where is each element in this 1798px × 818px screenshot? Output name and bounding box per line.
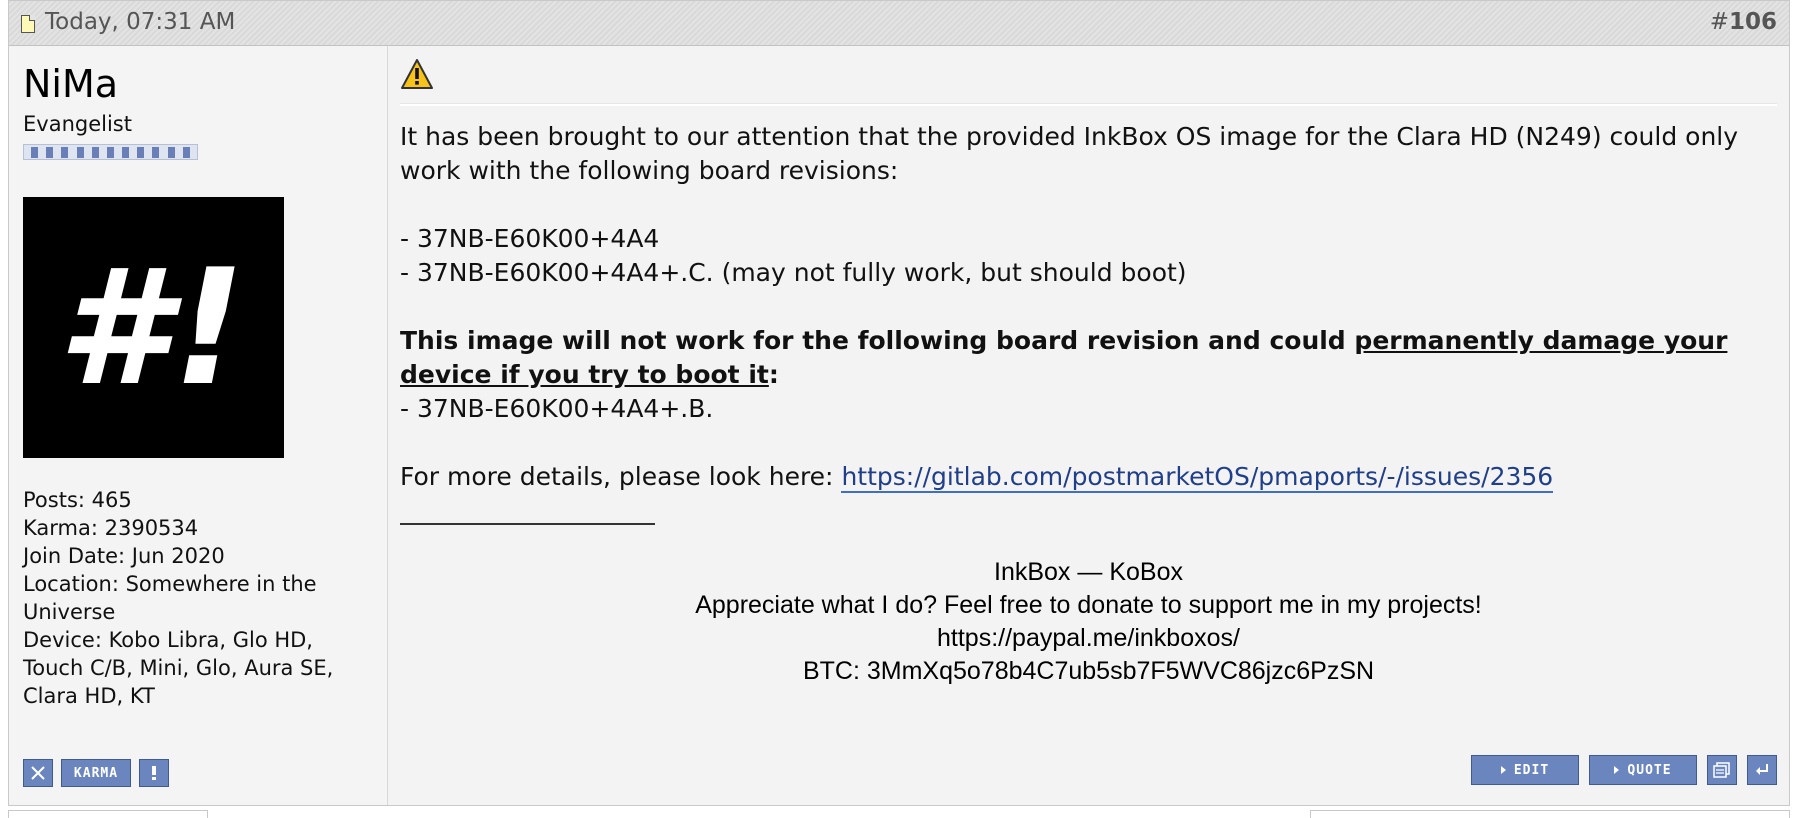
details-line: For more details, please look here: http…: [400, 460, 1770, 494]
user-buttons: KARMA: [23, 759, 169, 787]
post-header: Today, 07:31 AM #106: [9, 1, 1789, 46]
signature-line: BTC: 3MmXq5o78b4C7ub5sb7F5WVC86jzc6PzSN: [802, 657, 1375, 685]
footer-tab: [8, 810, 208, 818]
revision-item: - 37NB-E60K00+4A4+.C. (may not fully wor…: [400, 258, 1187, 287]
report-icon: [31, 766, 45, 780]
multi-quote-icon: [1713, 762, 1730, 778]
username[interactable]: NiMa: [23, 62, 118, 106]
post-content: It has been brought to our attention tha…: [388, 46, 1789, 805]
signature-divider: [400, 523, 655, 525]
post-date: Today, 07:31 AM: [45, 9, 236, 35]
user-stats: Posts: 465 Karma: 2390534 Join Date: Jun…: [23, 486, 368, 710]
reputation-pip: [152, 146, 160, 158]
edit-button[interactable]: EDIT: [1471, 755, 1579, 785]
warning-text: This image will not work for the followi…: [400, 324, 1770, 392]
bad-revision-item: - 37NB-E60K00+4A4+.B.: [400, 394, 714, 423]
reputation-pip: [137, 146, 145, 158]
user-info-column: NiMa Evangelist #! Posts: 465 Karma: 239…: [9, 46, 388, 805]
warning-bold: This image will not work for the followi…: [400, 326, 1355, 355]
reputation-pip: [106, 146, 114, 158]
reputation-pip: [182, 146, 190, 158]
alert-button[interactable]: [139, 759, 169, 787]
signature-paypal-link[interactable]: https://paypal.me/inkboxos/: [400, 622, 1777, 655]
reputation-pip: [31, 146, 39, 158]
post-actions: EDIT QUOTE: [1471, 755, 1777, 785]
quick-reply-button[interactable]: [1747, 755, 1777, 785]
stat-device: Device: Kobo Libra, Glo HD, Touch C/B, M…: [23, 628, 334, 708]
signature: InkBox — KoBox Appreciate what I do? Fee…: [400, 556, 1777, 688]
warning-colon: :: [768, 360, 779, 389]
reputation-pip: [46, 146, 54, 158]
user-title: Evangelist: [23, 112, 132, 136]
revision-item: - 37NB-E60K00+4A4: [400, 224, 660, 253]
stat-karma: Karma: 2390534: [23, 516, 199, 540]
stat-location: Location: Somewhere in the Universe: [23, 572, 317, 624]
post-number-prefix: #: [1709, 9, 1729, 35]
quote-label: QUOTE: [1627, 762, 1672, 778]
details-prefix: For more details, please look here:: [400, 462, 842, 491]
multi-quote-button[interactable]: [1707, 755, 1737, 785]
warning-icon: [401, 59, 433, 89]
arrow-right-icon: [1614, 766, 1620, 774]
forum-post: Today, 07:31 AM #106 NiMa Evangelist #! …: [8, 0, 1790, 806]
intro-text: It has been brought to our attention tha…: [400, 122, 1739, 185]
signature-line: Appreciate what I do? Feel free to donat…: [695, 591, 1482, 619]
post-number: 106: [1728, 9, 1777, 35]
edit-label: EDIT: [1513, 762, 1550, 778]
signature-line: InkBox — KoBox: [994, 558, 1183, 586]
avatar[interactable]: #!: [23, 197, 284, 458]
stat-posts: Posts: 465: [23, 488, 132, 512]
details-link[interactable]: https://gitlab.com/postmarketOS/pmaports…: [841, 462, 1554, 493]
arrow-right-icon: [1500, 766, 1506, 774]
document-icon: [21, 15, 35, 33]
reputation-pip: [122, 146, 130, 158]
reputation-pip: [91, 146, 99, 158]
report-button[interactable]: [23, 759, 53, 787]
content-divider: [400, 103, 1777, 106]
post-number-link[interactable]: #106: [1710, 9, 1777, 35]
reputation-bar: [23, 144, 198, 160]
stat-join-date: Join Date: Jun 2020: [23, 544, 225, 568]
footer-tab: [1310, 810, 1790, 818]
reply-arrow-icon: [1756, 764, 1768, 775]
exclamation-icon: [152, 766, 156, 780]
quote-button[interactable]: QUOTE: [1589, 755, 1697, 785]
karma-button[interactable]: KARMA: [61, 759, 131, 787]
reputation-pip: [76, 146, 84, 158]
message-body: It has been brought to our attention tha…: [400, 120, 1770, 494]
reputation-pip: [167, 146, 175, 158]
reputation-pip: [61, 146, 69, 158]
